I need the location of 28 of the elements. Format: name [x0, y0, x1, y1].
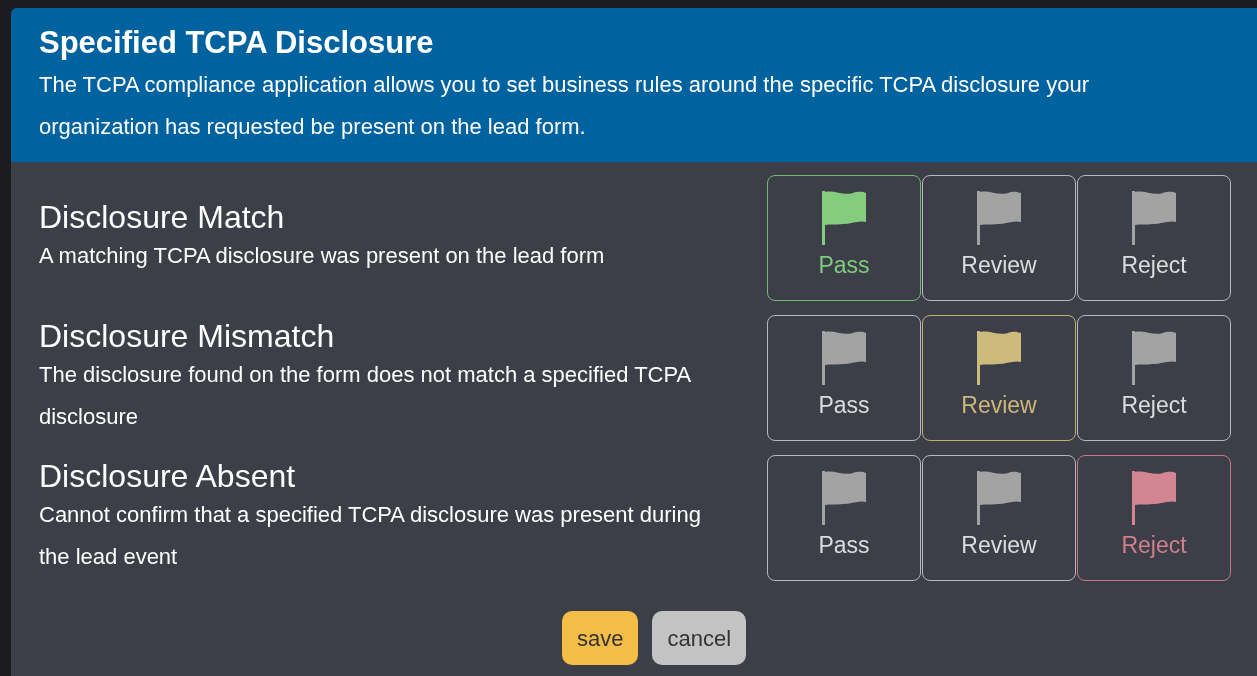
flag-option[interactable]: Pass: [767, 315, 921, 441]
dialog-description: The TCPA compliance application allows you to set business rules around the specific TCPA disclosure your organization has requested be present on the lead form.: [39, 71, 1091, 141]
rule-title: Disclosure Mismatch: [39, 318, 336, 354]
rule-description: Cannot confirm that a specified TCPA disclosure was present during the lead event: [39, 501, 702, 571]
flag-icon: [976, 330, 1022, 386]
rule-description: A matching TCPA disclosure was present on the lead form: [39, 242, 606, 270]
rule-title: Disclosure Match: [39, 199, 286, 235]
flag-icon: [821, 330, 867, 386]
rule-title: Disclosure Absent: [39, 458, 297, 494]
flag-option[interactable]: Review: [922, 175, 1076, 301]
dialog-title: Specified TCPA Disclosure: [39, 24, 435, 62]
flag-option[interactable]: Review: [922, 315, 1076, 441]
flag-option[interactable]: Reject: [1077, 455, 1231, 581]
flag-option[interactable]: Pass: [767, 175, 921, 301]
flag-icon: [976, 190, 1022, 246]
flag-icon: [1131, 470, 1177, 526]
flag-icon: [821, 190, 867, 246]
flag-icon: [1131, 330, 1177, 386]
flag-option[interactable]: Pass: [767, 455, 921, 581]
flag-option[interactable]: Reject: [1077, 175, 1231, 301]
flag-icon: [976, 470, 1022, 526]
flag-option[interactable]: Review: [922, 455, 1076, 581]
save-button[interactable]: save: [561, 611, 639, 665]
flag-icon: [1131, 190, 1177, 246]
rule-description: The disclosure found on the form does not match a specified TCPA disclosure: [39, 361, 692, 431]
cancel-button[interactable]: cancel: [652, 611, 747, 665]
flag-option[interactable]: Reject: [1077, 315, 1231, 441]
flag-icon: [821, 470, 867, 526]
